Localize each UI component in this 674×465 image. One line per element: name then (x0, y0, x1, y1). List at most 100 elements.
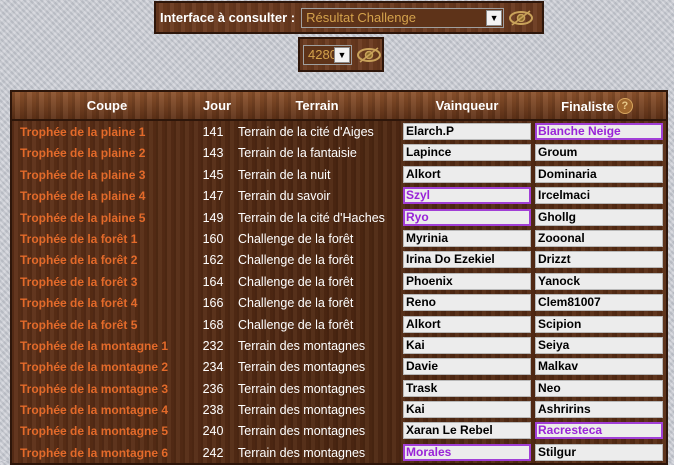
table-row: Trophée de la montagne 1 232 Terrain des m… (12, 335, 666, 356)
cell-finaliste[interactable]: Zooonal (535, 229, 663, 247)
eye-icon[interactable] (356, 45, 382, 65)
interface-label: Interface à consulter : (160, 10, 296, 25)
interface-select[interactable]: Résultat Challenge ▼ (301, 7, 505, 28)
cell-finaliste[interactable]: Ghollg (535, 208, 663, 226)
year-select-value: 4280 (308, 47, 337, 62)
cell-vainqueur[interactable]: Szyl (403, 187, 531, 205)
cell-coupe[interactable]: Trophée de la plaine 4 (20, 189, 145, 203)
cell-finaliste[interactable]: Drizzt (535, 251, 663, 269)
cell-terrain: Terrain de la fantaisie (238, 146, 357, 161)
year-select[interactable]: 4280 ▼ (303, 44, 352, 65)
interface-bar: Interface à consulter : Résultat Challen… (154, 1, 544, 34)
cell-jour: 168 (202, 317, 224, 332)
cell-terrain: Terrain des montagnes (238, 424, 366, 439)
cell-vainqueur[interactable]: Xaran Le Rebel (403, 422, 531, 440)
cell-jour: 160 (202, 231, 224, 246)
cell-coupe[interactable]: Trophée de la forêt 5 (20, 318, 137, 332)
cell-finaliste[interactable]: Neo (535, 379, 663, 397)
cell-coupe[interactable]: Trophée de la forêt 3 (20, 275, 137, 289)
cell-finaliste[interactable]: Blanche Neige (535, 123, 663, 140)
cell-vainqueur[interactable]: Ryo (403, 208, 531, 226)
cell-coupe[interactable]: Trophée de la plaine 5 (20, 211, 145, 225)
cell-vainqueur[interactable]: Morales (403, 443, 531, 461)
cell-finaliste[interactable]: Ircelmaci (535, 187, 663, 205)
cell-jour: 242 (202, 445, 224, 460)
table-row: Trophée de la montagne 6 242 Terrain des m… (12, 442, 666, 463)
cell-terrain: Challenge de la forêt (238, 231, 354, 246)
header-jour: Jour (202, 98, 232, 113)
cell-vainqueur[interactable]: Reno (403, 294, 531, 312)
cell-terrain: Challenge de la forêt (238, 296, 354, 311)
cell-jour: 145 (202, 167, 224, 182)
cell-terrain: Terrain des montagnes (238, 445, 366, 460)
cell-finaliste[interactable]: Yanock (535, 272, 663, 290)
table-row: Trophée de la forêt 4 166 Challenge de la … (12, 292, 666, 313)
cell-vainqueur[interactable]: Alkort (403, 165, 531, 183)
cell-coupe[interactable]: Trophée de la forêt 2 (20, 253, 137, 267)
cell-vainqueur[interactable]: Kai (403, 336, 531, 354)
cell-terrain: Challenge de la forêt (238, 253, 354, 268)
cell-terrain: Terrain de la cité d'Haches (238, 210, 385, 225)
cell-coupe[interactable]: Trophée de la montagne 3 (20, 382, 168, 396)
year-bar: 4280 ▼ (298, 37, 384, 72)
table-row: Trophée de la plaine 3 145 Terrain de la n… (12, 164, 666, 185)
cell-coupe[interactable]: Trophée de la montagne 4 (20, 403, 168, 417)
cell-jour: 162 (202, 253, 224, 268)
cell-terrain: Terrain de la nuit (238, 167, 331, 182)
cell-jour: 166 (202, 296, 224, 311)
eye-icon[interactable] (508, 8, 534, 28)
cell-jour: 143 (202, 146, 224, 161)
cell-finaliste[interactable]: Ashririns (535, 401, 663, 419)
help-icon[interactable]: ? (616, 98, 633, 114)
cell-finaliste[interactable]: Racresteca (535, 422, 663, 440)
cell-jour: 234 (202, 360, 224, 375)
cell-finaliste[interactable]: Stilgur (535, 443, 663, 461)
cell-coupe[interactable]: Trophée de la montagne 5 (20, 424, 168, 438)
cell-finaliste[interactable]: Scipion (535, 315, 663, 333)
interface-select-value: Résultat Challenge (306, 10, 416, 25)
cell-coupe[interactable]: Trophée de la montagne 6 (20, 446, 168, 460)
cell-coupe[interactable]: Trophée de la montagne 2 (20, 360, 168, 374)
table-row: Trophée de la montagne 2 234 Terrain des m… (12, 356, 666, 377)
cell-vainqueur[interactable]: Phoenix (403, 272, 531, 290)
cell-finaliste[interactable]: Groum (535, 144, 663, 162)
cell-coupe[interactable]: Trophée de la plaine 1 (20, 125, 145, 139)
cell-vainqueur[interactable]: Elarch.P (403, 123, 531, 140)
cell-finaliste[interactable]: Seiya (535, 336, 663, 354)
table-row: Trophée de la forêt 5 168 Challenge de la … (12, 314, 666, 335)
cell-jour: 164 (202, 274, 224, 289)
cell-vainqueur[interactable]: Trask (403, 379, 531, 397)
cell-finaliste[interactable]: Clem81007 (535, 294, 663, 312)
table-row: Trophée de la montagne 5 240 Terrain des m… (12, 420, 666, 441)
table-row: Trophée de la plaine 4 147 Terrain du savo… (12, 185, 666, 206)
cell-finaliste[interactable]: Dominaria (535, 165, 663, 183)
table-row: Trophée de la forêt 1 160 Challenge de la … (12, 228, 666, 249)
cell-coupe[interactable]: Trophée de la montagne 1 (20, 339, 168, 353)
chevron-down-icon[interactable]: ▼ (486, 9, 503, 26)
chevron-down-icon[interactable]: ▼ (334, 46, 350, 63)
results-table: Coupe Jour Terrain Vainqueur Finaliste ?… (10, 90, 668, 465)
cell-terrain: Challenge de la forêt (238, 274, 354, 289)
table-row: Trophée de la plaine 1 141 Terrain de la c… (12, 121, 666, 142)
header-finaliste-label: Finaliste (561, 98, 614, 114)
table-row: Trophée de la montagne 3 236 Terrain des m… (12, 378, 666, 399)
table-body: Trophée de la plaine 1 141 Terrain de la c… (12, 121, 666, 463)
cell-coupe[interactable]: Trophée de la plaine 3 (20, 168, 145, 182)
table-row: Trophée de la plaine 5 149 Terrain de la c… (12, 207, 666, 228)
cell-finaliste[interactable]: Malkav (535, 358, 663, 376)
cell-vainqueur[interactable]: Lapince (403, 144, 531, 162)
cell-terrain: Challenge de la forêt (238, 317, 354, 332)
cell-vainqueur[interactable]: Kai (403, 401, 531, 419)
cell-terrain: Terrain des montagnes (238, 360, 366, 375)
table-header: Coupe Jour Terrain Vainqueur Finaliste ? (12, 92, 666, 121)
cell-vainqueur[interactable]: Davie (403, 358, 531, 376)
table-row: Trophée de la plaine 2 143 Terrain de la f… (12, 142, 666, 163)
cell-vainqueur[interactable]: Myrinia (403, 229, 531, 247)
cell-vainqueur[interactable]: Alkort (403, 315, 531, 333)
cell-coupe[interactable]: Trophée de la forêt 4 (20, 296, 137, 310)
cell-vainqueur[interactable]: Irina Do Ezekiel (403, 251, 531, 269)
cell-coupe[interactable]: Trophée de la plaine 2 (20, 146, 145, 160)
cell-jour: 238 (202, 403, 224, 418)
cell-jour: 149 (202, 210, 224, 225)
cell-coupe[interactable]: Trophée de la forêt 1 (20, 232, 137, 246)
